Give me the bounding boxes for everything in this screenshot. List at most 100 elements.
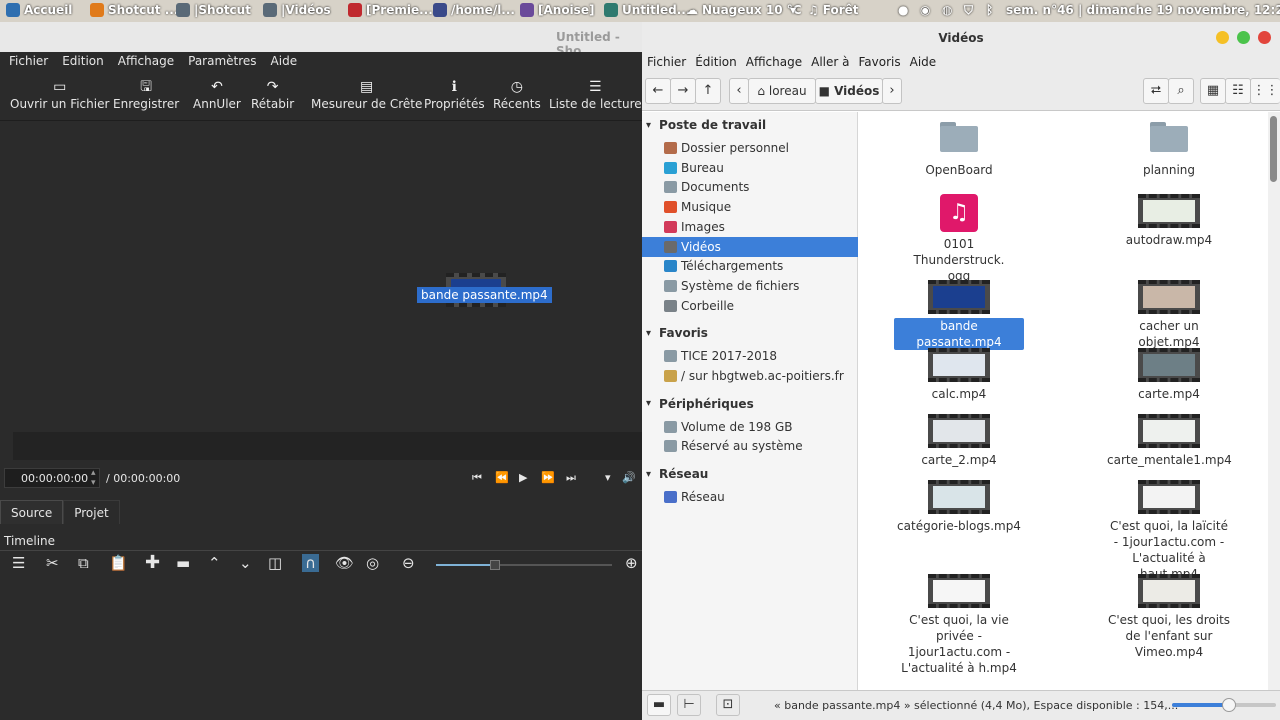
- path-videos-button[interactable]: ■ Vidéos: [815, 78, 883, 104]
- file-item[interactable]: carte.mp4: [1069, 348, 1268, 402]
- dropdown-icon[interactable]: ▾: [605, 471, 611, 484]
- file-item[interactable]: carte_2.mp4: [859, 414, 1059, 468]
- wifi-icon[interactable]: ▾: [790, 3, 796, 17]
- bluetooth-icon[interactable]: ᛒ: [986, 3, 993, 17]
- menu-affichage[interactable]: Affichage: [109, 52, 179, 72]
- clock-button[interactable]: ◷ Récents: [493, 77, 541, 111]
- file-item[interactable]: C'est quoi, les droits de l'enfant sur V…: [1069, 574, 1268, 660]
- file-item[interactable]: ♫ 0101 Thunderstruck. ogg: [859, 194, 1059, 284]
- back-button[interactable]: ←: [645, 78, 671, 104]
- viber-icon[interactable]: ◍: [942, 3, 952, 17]
- path-home-button[interactable]: ⌂ loreau: [748, 78, 816, 104]
- toggle-sidebar-button[interactable]: ▬: [647, 694, 671, 716]
- overwrite-icon[interactable]: ⌄: [239, 554, 252, 572]
- menu-fichier[interactable]: Fichier: [0, 52, 53, 72]
- sidebar-item[interactable]: Bureau: [664, 158, 858, 178]
- grid-scrollbar-handle[interactable]: [1270, 116, 1277, 182]
- skip-to-end-icon[interactable]: ⏭: [566, 471, 576, 485]
- sidebar-item[interactable]: Volume de 198 GB: [664, 417, 858, 437]
- menu-item[interactable]: Aller à: [806, 52, 853, 74]
- file-item[interactable]: bande passante.mp4: [859, 280, 1059, 350]
- volume-icon[interactable]: 🔊: [622, 471, 636, 484]
- file-item[interactable]: catégorie-blogs.mp4: [859, 480, 1059, 534]
- icon-view-button[interactable]: ▦: [1200, 78, 1226, 104]
- sidebar-item[interactable]: Documents: [664, 177, 858, 197]
- remove-icon[interactable]: ▬: [176, 554, 190, 572]
- zoom-slider-handle[interactable]: [490, 560, 500, 570]
- shotcut-titlebar[interactable]: Untitled - Sho: [0, 22, 642, 58]
- sidebar-item[interactable]: Réservé au système: [664, 436, 858, 456]
- taskbar-item[interactable]: [Premie...: [348, 3, 433, 17]
- sidebar-item[interactable]: Musique: [664, 197, 858, 217]
- up-button[interactable]: ↑: [695, 78, 721, 104]
- menu-paramètres[interactable]: Paramètres: [179, 52, 261, 72]
- file-item[interactable]: OpenBoard: [859, 122, 1059, 178]
- close-button[interactable]: [1258, 31, 1271, 44]
- forward-button[interactable]: →: [670, 78, 696, 104]
- sidebar-item[interactable]: Téléchargements: [664, 256, 858, 276]
- peak-meter-button[interactable]: ▤ Mesureur de Crête: [311, 77, 422, 111]
- sidebar-item[interactable]: Images: [664, 217, 858, 237]
- tree-view-button[interactable]: ⊢: [677, 694, 701, 716]
- menu-item[interactable]: Affichage: [741, 52, 806, 74]
- scrub-drag-icon[interactable]: 👁: [335, 554, 354, 572]
- sidebar-section-header[interactable]: ▾ Périphériques: [646, 397, 754, 411]
- taskbar-item[interactable]: |Shotcut: [176, 3, 251, 17]
- list-view-button[interactable]: ☷: [1225, 78, 1251, 104]
- shield-icon[interactable]: ⛉: [964, 3, 973, 18]
- taskbar-item[interactable]: Untitled...: [604, 3, 690, 17]
- menu-item[interactable]: Fichier: [642, 52, 690, 74]
- file-item[interactable]: calc.mp4: [859, 348, 1059, 402]
- path-next-button[interactable]: ›: [882, 78, 902, 104]
- scrub-bar[interactable]: [13, 432, 642, 460]
- zoom-in-icon[interactable]: ⊕: [625, 554, 638, 572]
- sidebar-item[interactable]: / sur hbgtweb.ac-poitiers.fr: [664, 366, 858, 386]
- file-manager-titlebar[interactable]: Vidéos: [642, 22, 1280, 52]
- search-button[interactable]: ⌕: [1168, 78, 1194, 104]
- record-icon[interactable]: ●: [898, 3, 908, 17]
- menu-edition[interactable]: Edition: [53, 52, 109, 72]
- undo-button[interactable]: ↶ AnnUler: [193, 77, 241, 111]
- menu-aide[interactable]: Aide: [262, 52, 303, 72]
- snap-icon[interactable]: ∩: [302, 554, 319, 572]
- zoom-slider[interactable]: [436, 560, 612, 570]
- maximize-button[interactable]: [1237, 31, 1250, 44]
- cut-icon[interactable]: ✂: [46, 554, 59, 572]
- menu-item[interactable]: Favoris: [854, 52, 905, 74]
- sidebar-section-header[interactable]: ▾ Réseau: [646, 467, 708, 481]
- tab-projet[interactable]: Projet: [63, 500, 120, 524]
- player-area[interactable]: [0, 122, 642, 432]
- skype-icon[interactable]: ◉: [920, 3, 930, 17]
- sidebar-item[interactable]: Vidéos: [642, 236, 858, 257]
- music-indicator[interactable]: ♫ Forêt: [808, 3, 859, 17]
- zoom-slider[interactable]: [1172, 698, 1276, 712]
- sidebar-item[interactable]: Système de fichiers: [664, 276, 858, 296]
- menu-item[interactable]: Édition: [690, 52, 741, 74]
- split-icon[interactable]: ◫: [268, 554, 282, 572]
- file-item[interactable]: autodraw.mp4: [1069, 194, 1268, 248]
- save-button[interactable]: 🖫 Enregistrer: [113, 77, 179, 111]
- path-prev-button[interactable]: ‹: [729, 78, 749, 104]
- timeline-menu-icon[interactable]: ☰: [12, 554, 25, 572]
- redo-button[interactable]: ↷ Rétabir: [251, 77, 294, 111]
- spinner-icon[interactable]: ▴ ▾: [91, 468, 96, 488]
- minimize-button[interactable]: [1216, 31, 1229, 44]
- playlist-button[interactable]: ☰ Liste de lecture: [549, 77, 642, 111]
- sidebar-section-header[interactable]: ▾ Poste de travail: [646, 118, 766, 132]
- menu-item[interactable]: Aide: [905, 52, 941, 74]
- hide-sidebar-button[interactable]: ⊡: [716, 694, 740, 716]
- compact-view-button[interactable]: ⋮⋮: [1250, 78, 1280, 104]
- sidebar-item[interactable]: Corbeille: [664, 296, 858, 316]
- info-button[interactable]: ℹ Propriétés: [424, 77, 485, 111]
- grid-scrollbar[interactable]: [1268, 112, 1280, 690]
- clock[interactable]: sem. n°46 | dimanche 19 novembre, 12:23: [1006, 3, 1280, 17]
- open-file-button[interactable]: ▭ Ouvrir un Fichier: [10, 77, 109, 111]
- append-icon[interactable]: ✚: [145, 554, 160, 572]
- zoom-slider-handle[interactable]: [1222, 698, 1236, 712]
- sidebar-item[interactable]: TICE 2017-2018: [664, 346, 858, 366]
- fast-forward-icon[interactable]: ⏩: [541, 471, 555, 484]
- sidebar-item[interactable]: Réseau: [664, 487, 858, 507]
- zoom-out-icon[interactable]: ⊖: [402, 554, 415, 572]
- file-item[interactable]: planning: [1069, 122, 1268, 178]
- taskbar-item[interactable]: [Anoise]: [520, 3, 594, 17]
